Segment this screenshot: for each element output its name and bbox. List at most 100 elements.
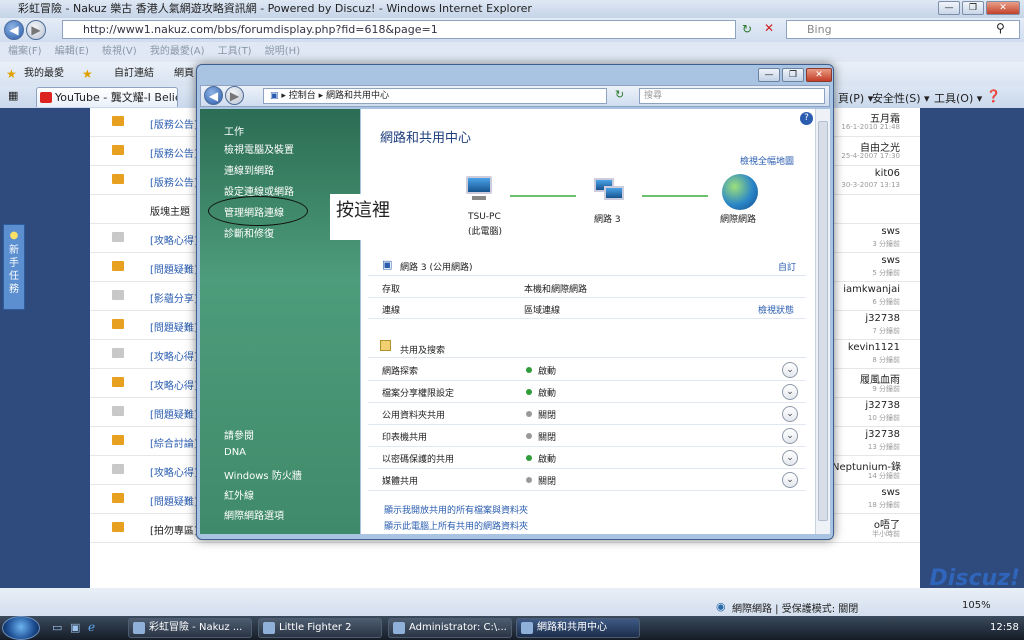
stop-icon[interactable]: ✕ <box>764 21 774 35</box>
ie-quicklaunch-icon[interactable]: ℯ <box>88 620 95 634</box>
last-poster[interactable]: sws <box>832 255 900 266</box>
switch-windows-icon[interactable]: ▣ <box>70 621 80 634</box>
dialog-scrollbar[interactable] <box>815 109 830 534</box>
last-post-time: 8 分鐘前 <box>872 356 900 364</box>
thread-title[interactable]: [問題疑難] <box>150 319 198 334</box>
ie-menu-bar[interactable]: 檔案(F) 編輯(E) 檢視(V) 我的最愛(A) 工具(T) 說明(H) <box>0 42 1024 62</box>
last-post-time: 半小時前 <box>872 530 900 538</box>
last-poster[interactable]: kevin1121 <box>832 342 900 353</box>
dialog-breadcrumb[interactable]: ▣ ▸ 控制台 ▸ 網路和共用中心 <box>263 88 607 104</box>
sharing-setting-name: 媒體共用 <box>382 477 419 487</box>
dialog-help-icon[interactable]: ? <box>800 112 813 125</box>
folder-icon <box>112 232 124 242</box>
expand-chevron-icon[interactable]: ⌄ <box>782 472 798 488</box>
thread-title[interactable]: [問題疑難] <box>150 493 198 508</box>
last-poster[interactable]: sws <box>832 487 900 498</box>
status-dot-icon <box>526 389 532 395</box>
refresh-icon[interactable]: ↻ <box>742 22 752 36</box>
expand-chevron-icon[interactable]: ⌄ <box>782 428 798 444</box>
search-icon[interactable]: ⚲ <box>996 21 1005 35</box>
last-poster[interactable]: iamkwanjai <box>832 284 900 295</box>
dialog-back-button[interactable]: ◀ <box>204 86 223 105</box>
thread-title[interactable]: [攻略心得] <box>150 348 198 363</box>
sharing-row: 公用資料夾共用 關閉 ⌄ <box>368 403 806 425</box>
dialog-maximize-button[interactable]: ❐ <box>782 68 804 82</box>
start-button[interactable] <box>2 616 40 640</box>
show-desktop-icon[interactable]: ▭ <box>52 621 62 634</box>
safety-menu[interactable]: 安全性(S) ▾ <box>872 90 930 106</box>
view-status-link[interactable]: 檢視狀態 <box>758 303 794 316</box>
thread-title[interactable]: [版務公告] <box>150 145 198 160</box>
status-dot-icon <box>526 433 532 439</box>
discuz-watermark: Discuz! <box>929 566 1020 591</box>
task-view-computers[interactable]: 檢視電腦及裝置 <box>224 141 294 156</box>
expand-chevron-icon[interactable]: ⌄ <box>782 384 798 400</box>
close-button[interactable]: ✕ <box>986 1 1020 15</box>
tasks-heading: 工作 <box>224 127 244 138</box>
taskbar-item-cmd[interactable]: Administrator: C:\... <box>388 618 512 638</box>
back-button[interactable]: ◀ <box>4 20 24 40</box>
scrollbar-thumb[interactable] <box>818 121 828 521</box>
connection-value: 區域連線 <box>524 306 561 316</box>
tab-youtube[interactable]: YouTube - 龔文耀-I Believe <box>36 87 178 107</box>
thread-title[interactable]: 版塊主題 <box>150 203 190 218</box>
last-poster[interactable]: sws <box>832 226 900 237</box>
newbie-task-tab[interactable]: ● 新手任務 <box>3 224 25 310</box>
taskbar-item-ie[interactable]: 彩虹冒險 - Nakuz ... <box>128 618 252 638</box>
dialog-search-input[interactable]: 搜尋 <box>639 88 825 104</box>
show-shared-folders-link[interactable]: 顯示此電腦上所有共用的網路資料夾 <box>384 519 528 532</box>
dialog-address-row: ◀ ▶ ▣ ▸ 控制台 ▸ 網路和共用中心 ↻ 搜尋 <box>200 85 830 107</box>
taskbar-item-little-fighter[interactable]: Little Fighter 2 <box>258 618 382 638</box>
view-full-map-link[interactable]: 檢視全幅地圖 <box>740 154 794 167</box>
favorite-link-1[interactable]: 自訂連結 <box>114 62 154 86</box>
quick-tabs-icon[interactable]: ▦ <box>8 89 18 102</box>
folder-icon <box>112 261 124 271</box>
show-shared-files-link[interactable]: 顯示我開放共用的所有檔案與資料夾 <box>384 503 528 516</box>
thread-title[interactable]: [版務公告] <box>150 116 198 131</box>
add-favorite-icon[interactable]: ★ <box>82 62 93 86</box>
minimize-button[interactable]: — <box>938 1 960 15</box>
forward-button[interactable]: ▶ <box>26 20 46 40</box>
see-also-infrared[interactable]: 紅外線 <box>224 487 254 502</box>
last-poster[interactable]: j32738 <box>832 400 900 411</box>
customize-link[interactable]: 自訂 <box>778 260 796 273</box>
help-icon[interactable]: ❓ <box>986 89 1001 103</box>
expand-chevron-icon[interactable]: ⌄ <box>782 406 798 422</box>
search-input[interactable]: Bing <box>786 20 1020 39</box>
see-also-dna[interactable]: DNA <box>224 447 246 458</box>
thread-title[interactable]: [問題疑難] <box>150 406 198 421</box>
sharing-setting-value: 關閉 <box>538 411 557 421</box>
task-diagnose-repair[interactable]: 診斷和修復 <box>224 225 274 240</box>
dialog-close-button[interactable]: ✕ <box>806 68 832 82</box>
thread-title[interactable]: [綜合討論] <box>150 435 198 450</box>
see-also-internet-options[interactable]: 網際網路選項 <box>224 507 284 522</box>
see-also-firewall[interactable]: Windows 防火牆 <box>224 467 302 482</box>
thread-title[interactable]: [版務公告] <box>150 174 198 189</box>
task-connect-network[interactable]: 連線到網路 <box>224 162 274 177</box>
thread-title[interactable]: [攻略心得] <box>150 232 198 247</box>
address-bar[interactable]: http://www1.nakuz.com/bbs/forumdisplay.p… <box>62 20 736 39</box>
sharing-setting-name: 檔案分享權限設定 <box>382 389 455 399</box>
last-poster[interactable]: j32738 <box>832 429 900 440</box>
dialog-minimize-button[interactable]: — <box>758 68 780 82</box>
last-poster[interactable]: j32738 <box>832 313 900 324</box>
thread-title[interactable]: [攻略心得] <box>150 377 198 392</box>
internet-globe-icon <box>722 174 758 210</box>
favorite-link-2[interactable]: 網頁 <box>174 62 194 86</box>
taskbar-item-network-center[interactable]: 網路和共用中心 <box>516 618 640 638</box>
thread-title[interactable]: [影蘊分享] <box>150 290 198 305</box>
thread-title[interactable]: [攻略心得] <box>150 464 198 479</box>
ie-icon <box>133 622 145 634</box>
favorites-button[interactable]: 我的最愛 <box>24 62 64 86</box>
expand-chevron-icon[interactable]: ⌄ <box>782 450 798 466</box>
youtube-icon <box>40 92 52 103</box>
dialog-refresh-icon[interactable]: ↻ <box>615 88 624 101</box>
sharing-row: 網路探索 啟動 ⌄ <box>368 359 806 381</box>
dialog-forward-button[interactable]: ▶ <box>225 86 244 105</box>
last-poster[interactable]: kit06 <box>832 168 900 179</box>
restore-button[interactable]: ❐ <box>962 1 984 15</box>
thread-title[interactable]: [問題疑難] <box>150 261 198 276</box>
expand-chevron-icon[interactable]: ⌄ <box>782 362 798 378</box>
page-menu[interactable]: 頁(P) ▾ <box>838 90 873 106</box>
tools-menu[interactable]: 工具(O) ▾ <box>934 90 982 106</box>
